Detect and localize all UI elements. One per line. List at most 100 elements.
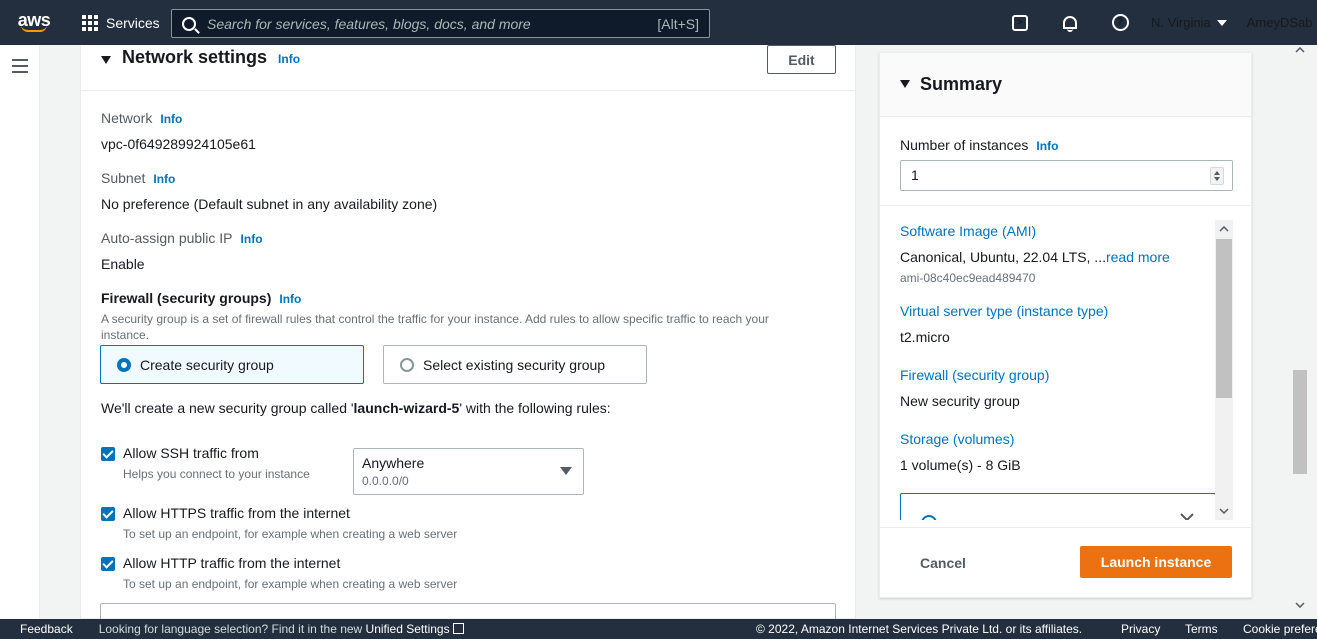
privacy-link[interactable]: Privacy bbox=[1121, 622, 1160, 636]
instances-info-link[interactable]: Info bbox=[1036, 139, 1058, 153]
language-notice: Looking for language selection? Find it … bbox=[99, 622, 464, 636]
https-rule-description: To set up an endpoint, for example when … bbox=[123, 527, 458, 541]
ami-value: Canonical, Ubuntu, 22.04 LTS, ... bbox=[900, 249, 1106, 265]
network-field: Network Info bbox=[101, 110, 182, 128]
firewall-summary-value: New security group bbox=[900, 393, 1020, 409]
services-menu-button[interactable]: Services bbox=[68, 0, 174, 45]
summary-panel: Summary Number of instances Info 1 Softwa… bbox=[879, 52, 1252, 598]
search-input[interactable]: Search for services, features, blogs, do… bbox=[171, 9, 710, 38]
divider bbox=[880, 527, 1251, 528]
firewall-field: Firewall (security groups) Info bbox=[101, 290, 301, 308]
page-scrollbar[interactable] bbox=[1291, 45, 1309, 619]
subnet-label: Subnet bbox=[101, 170, 146, 186]
ami-value-row: Canonical, Ubuntu, 22.04 LTS, ...read mo… bbox=[900, 249, 1170, 265]
instance-type-value: t2.micro bbox=[900, 329, 950, 345]
ssh-source-value: Anywhere bbox=[362, 455, 425, 471]
instance-type-link[interactable]: Virtual server type (instance type) bbox=[900, 303, 1108, 319]
storage-link[interactable]: Storage (volumes) bbox=[900, 431, 1014, 447]
summary-scrollbar[interactable] bbox=[1215, 220, 1233, 520]
external-link-icon bbox=[452, 623, 464, 634]
https-rule-label: Allow HTTPS traffic from the internet bbox=[123, 505, 350, 521]
copyright: © 2022, Amazon Internet Services Private… bbox=[756, 622, 1083, 636]
summary-collapse-caret-icon[interactable] bbox=[900, 80, 910, 88]
summary-title: Summary bbox=[920, 74, 1003, 94]
cancel-button[interactable]: Cancel bbox=[920, 547, 966, 579]
unified-settings-link[interactable]: Unified Settings bbox=[366, 622, 450, 636]
bell-icon bbox=[1063, 16, 1077, 32]
firewall-info-link[interactable]: Info bbox=[279, 292, 301, 306]
ssh-source-cidr: 0.0.0.0/0 bbox=[362, 474, 409, 488]
collapse-caret-icon[interactable] bbox=[101, 56, 111, 64]
panel-title-text: Network settings bbox=[122, 47, 268, 67]
ami-link[interactable]: Software Image (AMI) bbox=[900, 223, 1036, 239]
info-circle-icon bbox=[921, 515, 937, 520]
aws-smile-icon bbox=[21, 25, 47, 32]
feedback-link[interactable]: Feedback bbox=[20, 622, 73, 636]
storage-value: 1 volume(s) - 8 GiB bbox=[900, 457, 1021, 473]
summary-scroll-area: Software Image (AMI) Canonical, Ubuntu, … bbox=[900, 220, 1235, 520]
select-existing-security-group-label: Select existing security group bbox=[423, 356, 606, 373]
page-scroll-down-icon[interactable] bbox=[1295, 602, 1305, 608]
terms-link[interactable]: Terms bbox=[1185, 622, 1218, 636]
help-icon: ? bbox=[1111, 14, 1129, 31]
free-tier-info-box[interactable] bbox=[900, 493, 1216, 520]
ssh-rule-description: Helps you connect to your instance bbox=[123, 467, 310, 481]
search-icon bbox=[182, 16, 196, 31]
https-checkbox[interactable] bbox=[101, 507, 115, 521]
firewall-summary-link[interactable]: Firewall (security group) bbox=[900, 367, 1049, 383]
cookie-preferences-link[interactable]: Cookie preferences bbox=[1243, 622, 1317, 636]
aws-logo[interactable]: aws bbox=[0, 0, 68, 45]
number-spinner-icon[interactable] bbox=[1210, 167, 1224, 185]
public-ip-field: Auto-assign public IP Info bbox=[101, 230, 263, 248]
cloudshell-button[interactable]: > bbox=[995, 0, 1045, 45]
launch-instance-button[interactable]: Launch instance bbox=[1080, 546, 1232, 578]
services-label: Services bbox=[106, 14, 160, 31]
region-selector[interactable]: N. Virginia bbox=[1151, 15, 1227, 30]
scroll-up-icon[interactable] bbox=[1219, 226, 1229, 232]
select-existing-security-group-option[interactable]: Select existing security group bbox=[383, 345, 647, 384]
radio-selected-icon bbox=[117, 357, 131, 372]
network-value: vpc-0f649289924105e61 bbox=[101, 136, 256, 152]
cloudshell-icon: > bbox=[1012, 14, 1028, 31]
http-checkbox[interactable] bbox=[101, 557, 115, 571]
account-menu[interactable]: AmeyDSab bbox=[1247, 15, 1313, 30]
notifications-button[interactable] bbox=[1045, 0, 1095, 45]
radio-unselected-icon bbox=[400, 357, 414, 372]
subnet-info-link[interactable]: Info bbox=[153, 172, 175, 186]
ami-read-more-link[interactable]: read more bbox=[1106, 249, 1170, 265]
help-button[interactable]: ? bbox=[1095, 0, 1145, 45]
ssh-rule-label: Allow SSH traffic from bbox=[123, 445, 259, 461]
dropdown-caret-icon bbox=[560, 467, 572, 475]
divider bbox=[880, 205, 1251, 206]
network-label: Network bbox=[101, 110, 153, 126]
region-label: N. Virginia bbox=[1151, 15, 1211, 30]
public-ip-value: Enable bbox=[101, 256, 145, 272]
edit-button[interactable]: Edit bbox=[767, 45, 836, 74]
firewall-description: A security group is a set of firewall ru… bbox=[101, 312, 769, 342]
ssh-checkbox[interactable] bbox=[101, 447, 115, 461]
language-notice-text: Looking for language selection? Find it … bbox=[98, 622, 366, 636]
page-scrollbar-thumb[interactable] bbox=[1293, 370, 1307, 474]
create-security-group-option[interactable]: Create security group bbox=[100, 345, 364, 384]
search-shortcut: [Alt+S] bbox=[657, 15, 699, 32]
instances-count-value: 1 bbox=[911, 167, 919, 183]
network-info-link[interactable]: Info bbox=[160, 112, 182, 126]
ssh-source-select[interactable]: Anywhere 0.0.0.0/0 bbox=[353, 448, 584, 495]
create-security-group-label: Create security group bbox=[140, 356, 274, 373]
panel-header: Network settings Info Edit bbox=[81, 45, 855, 91]
public-ip-label: Auto-assign public IP bbox=[101, 230, 233, 246]
instances-label: Number of instances bbox=[900, 137, 1029, 153]
network-settings-panel: Network settings Info Edit Network Info vp… bbox=[80, 45, 856, 623]
scroll-down-icon[interactable] bbox=[1219, 508, 1229, 514]
info-link[interactable]: Info bbox=[278, 52, 300, 66]
security-group-name: launch-wizard-5 bbox=[353, 400, 460, 416]
grid-icon bbox=[82, 14, 98, 31]
summary-scrollbar-thumb[interactable] bbox=[1216, 239, 1232, 398]
chevron-down-icon bbox=[1180, 513, 1194, 520]
public-ip-info-link[interactable]: Info bbox=[241, 232, 263, 246]
menu-icon[interactable] bbox=[12, 59, 28, 77]
nav-right-group: > ? N. Virginia AmeyDSab bbox=[995, 0, 1312, 45]
instances-count-input[interactable]: 1 bbox=[900, 160, 1233, 191]
subnet-field: Subnet Info bbox=[101, 170, 175, 188]
page-scroll-up-icon[interactable] bbox=[1295, 47, 1305, 53]
